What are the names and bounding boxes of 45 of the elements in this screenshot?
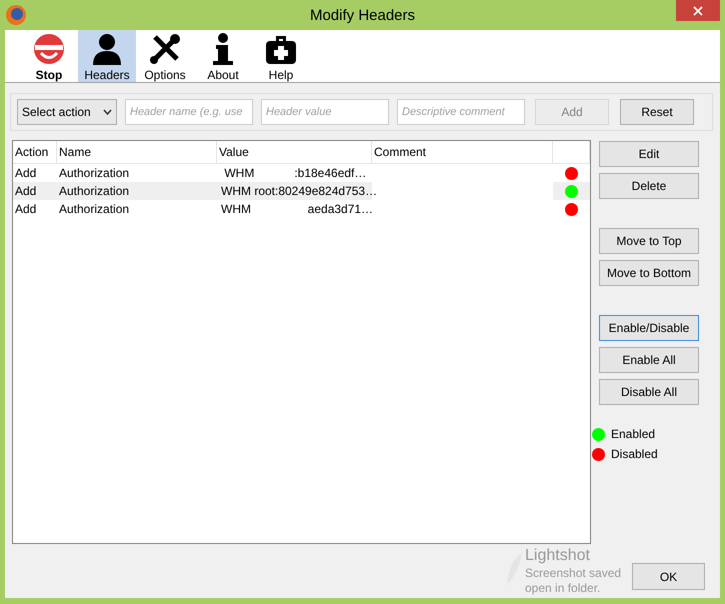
- comment-field[interactable]: Descriptive comment: [397, 99, 525, 125]
- toolbar-button[interactable]: Headers: [78, 30, 136, 82]
- legend-label: Enabled: [611, 427, 656, 441]
- tools-icon: [148, 32, 182, 66]
- close-button[interactable]: [676, 0, 720, 21]
- side-button[interactable]: Edit: [599, 141, 699, 167]
- reset-button[interactable]: Reset: [620, 99, 694, 125]
- header-name-field[interactable]: Header name (e.g. use: [125, 99, 253, 125]
- side-button[interactable]: Move to Bottom: [599, 260, 699, 286]
- table-cell: Authorization: [59, 166, 130, 180]
- user-icon: [90, 32, 124, 66]
- side-button[interactable]: Move to Top: [599, 228, 699, 254]
- ok-button[interactable]: OK: [632, 563, 705, 590]
- column-header[interactable]: Action: [13, 141, 57, 163]
- side-button[interactable]: Delete: [599, 173, 699, 199]
- toolbar-button[interactable]: About: [194, 30, 252, 82]
- table-row[interactable]: Add Authorization WHM root:80249e824d753…: [13, 182, 590, 200]
- column-header[interactable]: Comment: [372, 141, 553, 163]
- table-cell: Add: [15, 202, 36, 216]
- close-icon: [693, 6, 703, 16]
- table-cell: Add: [15, 184, 36, 198]
- table-cell: Authorization: [59, 184, 130, 198]
- toolbar-button[interactable]: Help: [252, 30, 310, 82]
- side-button[interactable]: Enable/Disable: [599, 315, 699, 341]
- window-title: Modify Headers: [310, 6, 416, 24]
- table-row[interactable]: Add Authorization WHM :b18e46edf…: [13, 164, 590, 182]
- table-cell: Add: [15, 166, 36, 180]
- toolbar-button[interactable]: Options: [136, 30, 194, 82]
- side-button[interactable]: Enable All: [599, 347, 699, 373]
- header-value-field[interactable]: Header value: [261, 99, 389, 125]
- table-row[interactable]: Add Authorization WHM aeda3d71…: [13, 200, 590, 218]
- chevron-icon: [103, 109, 112, 115]
- table-cell-text: WHM :b18e46edf…: [223, 166, 366, 180]
- table-cell: WHM root:80249e824d753…: [221, 184, 378, 198]
- browser-logo-icon: [5, 4, 27, 26]
- side-button[interactable]: Disable All: [599, 379, 699, 405]
- column-header[interactable]: Value: [217, 141, 372, 163]
- notification-title: Lightshot: [525, 547, 590, 565]
- table-cell: Authorization: [59, 202, 130, 216]
- action-dropdown[interactable]: Select action: [17, 99, 117, 125]
- notification-text: Screenshot saved: [525, 566, 622, 580]
- table-cell: WHM aeda3d71…: [221, 202, 374, 216]
- legend-label: Disabled: [611, 447, 658, 461]
- column-header[interactable]: Name: [57, 141, 217, 163]
- toolbar-button[interactable]: Stop: [20, 30, 78, 82]
